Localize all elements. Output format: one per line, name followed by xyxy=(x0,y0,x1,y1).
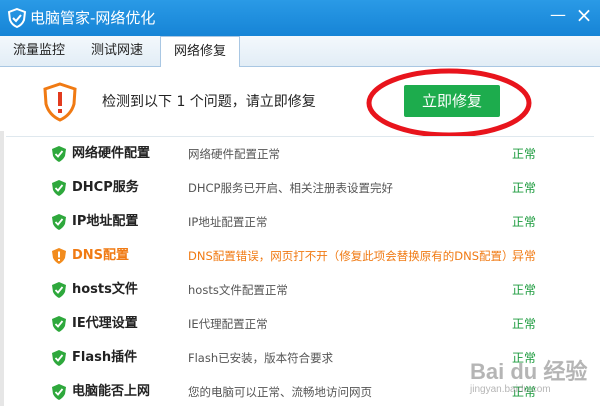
item-desc: DNS配置错误，网页打不开（修复此项会替换原有的DNS配置） xyxy=(188,249,514,263)
green-check-shield-icon xyxy=(52,384,66,400)
fix-now-button[interactable]: 立即修复 xyxy=(404,85,500,117)
title-bar: 电脑管家-网络优化 — × xyxy=(0,0,600,36)
tab-bar: 流量监控 测试网速 网络修复 xyxy=(0,36,600,68)
green-check-shield-icon xyxy=(52,350,66,366)
tab-speed-test[interactable]: 测试网速 xyxy=(82,36,152,66)
item-desc: 您的电脑可以正常、流畅地访问网页 xyxy=(188,385,372,399)
item-name: DNS配置 xyxy=(72,248,130,263)
baidu-watermark: Bai du 经验 jingyan.baidu.com xyxy=(458,354,588,402)
watermark-sub: jingyan.baidu.com xyxy=(470,384,551,395)
item-desc: Flash已安装，版本符合要求 xyxy=(188,351,334,365)
list-item: 网络硬件配置 网络硬件配置正常 正常 xyxy=(6,137,594,171)
list-item-warning: DNS配置 DNS配置错误，网页打不开（修复此项会替换原有的DNS配置） 异常 xyxy=(6,239,594,273)
green-check-shield-icon xyxy=(52,214,66,230)
item-desc: 网络硬件配置正常 xyxy=(188,147,280,161)
item-status: 正常 xyxy=(512,317,537,331)
green-check-shield-icon xyxy=(52,146,66,162)
orange-exclamation-shield-icon xyxy=(52,248,66,264)
item-name: hosts文件 xyxy=(72,282,138,297)
green-check-shield-icon xyxy=(52,282,66,298)
tab-traffic-monitor[interactable]: 流量监控 xyxy=(6,36,72,66)
item-status: 正常 xyxy=(512,147,537,161)
item-name: 电脑能否上网 xyxy=(72,384,151,399)
item-name: IE代理设置 xyxy=(72,316,138,331)
item-name: 网络硬件配置 xyxy=(72,146,151,161)
item-status: 正常 xyxy=(512,181,537,195)
tab-network-repair[interactable]: 网络修复 xyxy=(160,36,240,68)
item-desc: IE代理配置正常 xyxy=(188,317,268,331)
item-desc: IP地址配置正常 xyxy=(188,215,268,229)
item-desc: hosts文件配置正常 xyxy=(188,283,288,297)
list-item: IP地址配置 IP地址配置正常 正常 xyxy=(6,205,594,239)
warning-shield-icon xyxy=(43,82,77,122)
item-status: 异常 xyxy=(512,249,537,263)
item-status: 正常 xyxy=(512,283,537,297)
item-name: Flash插件 xyxy=(72,350,138,365)
window-title: 电脑管家-网络优化 xyxy=(30,9,156,27)
repair-header: 检测到以下 1 个问题，请立即修复 立即修复 xyxy=(0,67,600,131)
list-item: DHCP服务 DHCP服务已开启、相关注册表设置完好 正常 xyxy=(6,171,594,205)
green-check-shield-icon xyxy=(52,316,66,332)
item-status: 正常 xyxy=(512,215,537,229)
item-name: IP地址配置 xyxy=(72,214,139,229)
close-button[interactable]: × xyxy=(572,2,596,28)
left-edge-shadow xyxy=(0,131,4,406)
item-desc: DHCP服务已开启、相关注册表设置完好 xyxy=(188,181,393,195)
watermark-main: Bai du 经验 xyxy=(470,359,588,384)
list-item: IE代理设置 IE代理配置正常 正常 xyxy=(6,307,594,341)
list-item: hosts文件 hosts文件配置正常 正常 xyxy=(6,273,594,307)
green-check-shield-icon xyxy=(52,180,66,196)
item-name: DHCP服务 xyxy=(72,180,139,195)
minimize-button[interactable]: — xyxy=(546,2,570,28)
shield-check-icon xyxy=(7,8,27,28)
problem-summary: 检测到以下 1 个问题，请立即修复 xyxy=(102,94,316,110)
